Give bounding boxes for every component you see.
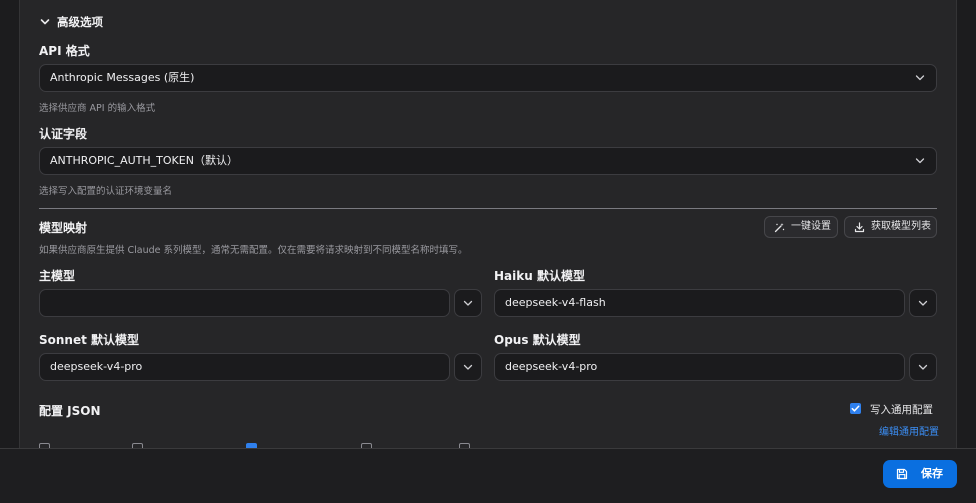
haiku-model-value: deepseek-v4-flash — [505, 296, 606, 309]
fetch-model-list-button[interactable]: 获取模型列表 — [844, 216, 937, 238]
api-format-hint: 选择供应商 API 的输入格式 — [39, 103, 156, 114]
main-model-input[interactable] — [39, 289, 450, 317]
fetch-model-list-label: 获取模型列表 — [871, 221, 931, 232]
opus-model-dropdown-button[interactable] — [909, 353, 937, 381]
checkmark-icon — [851, 405, 860, 412]
advanced-options-toggle[interactable]: 高级选项 — [39, 14, 119, 30]
config-json-title: 配置 JSON — [39, 404, 101, 418]
one-click-setup-label: 一键设置 — [791, 221, 831, 232]
opus-model-input[interactable]: deepseek-v4-pro — [494, 353, 905, 381]
main-model-label: 主模型 — [39, 269, 76, 283]
opus-model-value: deepseek-v4-pro — [505, 360, 598, 373]
chevron-down-icon — [463, 364, 473, 370]
model-mapping-title: 模型映射 — [39, 221, 88, 235]
model-mapping-hint: 如果供应商原生提供 Claude 系列模型，通常无需配置。仅在需要将请求映射到不… — [39, 245, 468, 256]
chevron-down-icon — [40, 19, 50, 25]
save-icon — [896, 468, 908, 480]
auth-field-value: ANTHROPIC_AUTH_TOKEN（默认） — [50, 154, 238, 167]
api-format-select[interactable]: Anthropic Messages (原生) — [39, 64, 937, 92]
magic-wand-icon — [774, 223, 785, 233]
opus-model-label: Opus 默认模型 — [494, 333, 581, 347]
auth-field-label: 认证字段 — [39, 127, 88, 141]
api-format-label: API 格式 — [39, 44, 90, 58]
sonnet-model-input[interactable]: deepseek-v4-pro — [39, 353, 450, 381]
one-click-setup-button[interactable]: 一键设置 — [764, 216, 838, 238]
chevron-down-icon — [915, 158, 925, 164]
sonnet-model-value: deepseek-v4-pro — [50, 360, 143, 373]
download-icon — [854, 222, 865, 233]
sonnet-model-dropdown-button[interactable] — [454, 353, 482, 381]
chevron-down-icon — [915, 75, 925, 81]
main-model-dropdown-button[interactable] — [454, 289, 482, 317]
save-button[interactable]: 保存 — [883, 460, 957, 488]
haiku-model-label: Haiku 默认模型 — [494, 269, 585, 283]
chevron-down-icon — [463, 300, 473, 306]
footer-bar — [0, 448, 976, 503]
haiku-model-input[interactable]: deepseek-v4-flash — [494, 289, 905, 317]
auth-field-select[interactable]: ANTHROPIC_AUTH_TOKEN（默认） — [39, 147, 937, 175]
haiku-model-dropdown-button[interactable] — [909, 289, 937, 317]
chevron-down-icon — [918, 364, 928, 370]
section-divider — [39, 208, 937, 209]
write-common-config-checkbox[interactable] — [850, 403, 861, 414]
write-common-config-label: 写入通用配置 — [870, 404, 933, 416]
chevron-down-icon — [918, 300, 928, 306]
sonnet-model-label: Sonnet 默认模型 — [39, 333, 140, 347]
save-label: 保存 — [921, 467, 943, 480]
auth-field-hint: 选择写入配置的认证环境变量名 — [39, 186, 173, 197]
edit-common-config-link[interactable]: 编辑通用配置 — [879, 423, 939, 438]
api-format-value: Anthropic Messages (原生) — [50, 71, 195, 84]
advanced-options-title: 高级选项 — [57, 15, 103, 29]
write-common-config-toggle[interactable]: 写入通用配置 — [850, 402, 938, 416]
